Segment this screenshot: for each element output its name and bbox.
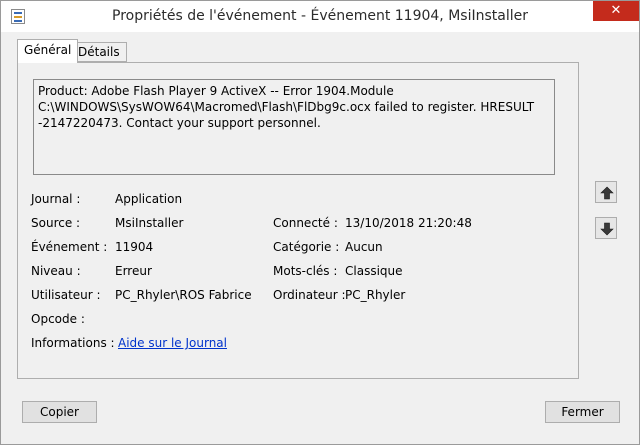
mots-cles-value: Classique	[345, 264, 403, 278]
mots-cles-label: Mots-clés :	[273, 264, 338, 278]
niveau-label: Niveau :	[31, 264, 81, 278]
event-properties-window: Propriétés de l'événement - Événement 11…	[0, 0, 640, 445]
window-title: Propriétés de l'événement - Événement 11…	[112, 8, 528, 24]
informations-label: Informations :	[31, 336, 115, 350]
source-value: MsiInstaller	[115, 216, 184, 230]
ordinateur-label: Ordinateur :	[273, 288, 346, 302]
tab-details[interactable]: Détails	[71, 42, 127, 62]
close-window-button[interactable]: ✕	[593, 1, 639, 21]
evenement-label: Événement :	[31, 240, 108, 254]
journal-label: Journal :	[31, 192, 81, 206]
copy-button[interactable]: Copier	[22, 401, 97, 423]
next-event-button[interactable]	[595, 217, 617, 239]
general-panel: Product: Adobe Flash Player 9 ActiveX --…	[17, 62, 579, 379]
ordinateur-value: PC_Rhyler	[345, 288, 406, 302]
categorie-label: Catégorie :	[273, 240, 340, 254]
utilisateur-label: Utilisateur :	[31, 288, 101, 302]
connecte-value: 13/10/2018 21:20:48	[345, 216, 472, 230]
connecte-label: Connecté :	[273, 216, 338, 230]
event-description[interactable]: Product: Adobe Flash Player 9 ActiveX --…	[33, 79, 555, 175]
previous-event-button[interactable]	[595, 181, 617, 203]
evenement-value: 11904	[115, 240, 154, 254]
tab-general[interactable]: Général	[17, 39, 79, 63]
niveau-value: Erreur	[115, 264, 152, 278]
utilisateur-value: PC_Rhyler\ROS Fabrice	[115, 288, 252, 302]
title-bar[interactable]: Propriétés de l'événement - Événement 11…	[1, 1, 639, 32]
opcode-label: Opcode :	[31, 312, 85, 326]
journal-value: Application	[115, 192, 183, 206]
arrow-down-icon	[600, 222, 614, 236]
close-button[interactable]: Fermer	[545, 401, 620, 423]
arrow-up-icon	[600, 186, 614, 200]
source-label: Source :	[31, 216, 81, 230]
help-log-link[interactable]: Aide sur le Journal	[118, 336, 227, 350]
categorie-value: Aucun	[345, 240, 383, 254]
